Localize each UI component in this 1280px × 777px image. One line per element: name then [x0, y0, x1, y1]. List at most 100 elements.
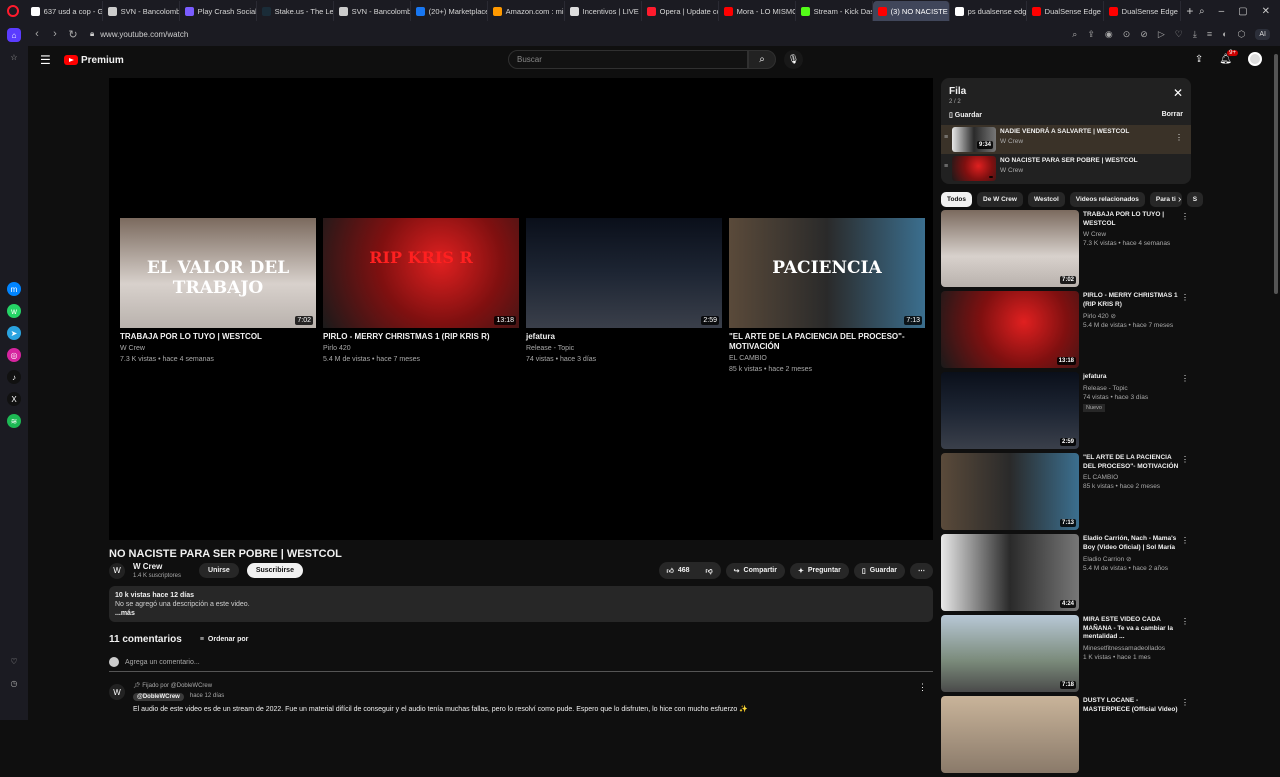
- endscreen-title[interactable]: TRABAJA POR LO TUYO | WESTCOL: [120, 332, 316, 342]
- browser-tab[interactable]: ps dualsense edge b: [950, 1, 1027, 21]
- camera-icon[interactable]: ◉: [1105, 29, 1113, 40]
- endscreen-thumbnail[interactable]: RIP KRIS R 13:18: [323, 218, 519, 328]
- page-scrollbar[interactable]: [1274, 54, 1278, 294]
- recommendation-item[interactable]: 7:13 "EL ARTE DE LA PACIENCIA DEL PROCESO…: [941, 453, 1191, 534]
- recommendation-channel[interactable]: Minesetfitnessamadeollados: [1083, 645, 1179, 652]
- sort-button[interactable]: ≡ Ordenar por: [200, 636, 249, 643]
- recommendation-title[interactable]: MIRA ESTE VIDEO CADA MAÑANA - Te va a ca…: [1083, 616, 1179, 642]
- recommendation-title[interactable]: jefatura: [1083, 373, 1179, 382]
- notifications-button[interactable]: 🔔︎ 9+: [1219, 49, 1238, 65]
- browser-tab[interactable]: Play Crash Social Ca: [180, 1, 257, 21]
- instagram-icon[interactable]: ◎: [7, 348, 21, 362]
- tiktok-icon[interactable]: ♪: [7, 370, 21, 384]
- endscreen-thumbnail[interactable]: EL VALOR DEL TRABAJO 7:02: [120, 218, 316, 328]
- recommendation-item[interactable]: 7:18 MIRA ESTE VIDEO CADA MAÑANA - Te va …: [941, 615, 1191, 696]
- queue-save-button[interactable]: ▯ Guardar: [949, 111, 982, 119]
- voice-search-button[interactable]: 🎙︎: [784, 50, 803, 69]
- recommendation-item[interactable]: 4:24 Eladio Carrión, Nach - Mama's Boy (V…: [941, 534, 1191, 615]
- browser-tab[interactable]: DualSense Edge Wi: [1027, 1, 1104, 21]
- recommendation-thumbnail[interactable]: 4:24: [941, 534, 1079, 611]
- opera-logo-icon[interactable]: [0, 0, 26, 22]
- browser-tab[interactable]: Incentivos | LIVE Ba: [565, 1, 642, 21]
- recommendation-thumbnail[interactable]: 7:13: [941, 453, 1079, 530]
- endscreen-thumbnail[interactable]: 2:59: [526, 218, 722, 328]
- recommendation-thumbnail[interactable]: 13:18: [941, 291, 1079, 368]
- comment-time[interactable]: hace 12 días: [190, 693, 224, 701]
- endscreen-title[interactable]: PIRLO - MERRY CHRISTMAS 1 (RIP KRIS R): [323, 332, 519, 342]
- queue-clear-button[interactable]: Borrar: [1162, 111, 1183, 119]
- recommendation-thumbnail[interactable]: 7:02: [941, 210, 1079, 287]
- messenger-icon[interactable]: m: [7, 282, 21, 296]
- recommendation-channel[interactable]: Eladio Carrion ⊘: [1083, 555, 1179, 563]
- close-window-button[interactable]: ✕: [1262, 6, 1270, 17]
- recommendation-channel[interactable]: W Crew: [1083, 231, 1179, 238]
- browser-tab[interactable]: Opera | Update com: [642, 1, 719, 21]
- ask-button[interactable]: ✦ Preguntar: [789, 562, 849, 579]
- join-button[interactable]: Unirse: [199, 563, 239, 578]
- new-tab-button[interactable]: +: [1181, 4, 1199, 18]
- filter-chip[interactable]: Todos: [941, 192, 973, 207]
- minimize-button[interactable]: –: [1219, 6, 1225, 17]
- queue-item-menu-icon[interactable]: ⋮: [1175, 133, 1183, 142]
- search-tabs-icon[interactable]: ⌕: [1199, 6, 1205, 17]
- recommendation-title[interactable]: TRABAJA POR LO TUYO | WESTCOL: [1083, 211, 1179, 228]
- endscreen-title[interactable]: "EL ARTE DE LA PACIENCIA DEL PROCESO"- M…: [729, 332, 925, 352]
- more-actions-button[interactable]: ⋯: [910, 562, 933, 579]
- endscreen-card[interactable]: RIP KRIS R 13:18 PIRLO - MERRY CHRISTMAS 1…: [323, 218, 519, 374]
- endscreen-card[interactable]: 2:59 jefatura Release - Topic 74 vistas • h…: [526, 218, 722, 374]
- spotify-icon[interactable]: ≋: [7, 414, 21, 428]
- save-button[interactable]: ▯ Guardar: [853, 562, 905, 579]
- browser-tab[interactable]: 637 usd a cop - Goo: [26, 1, 103, 21]
- comment-avatar[interactable]: W: [109, 684, 125, 700]
- description-box[interactable]: 10 k vistas hace 12 días No se agregó un…: [109, 586, 933, 622]
- endscreen-title[interactable]: jefatura: [526, 332, 722, 342]
- hamburger-menu-icon[interactable]: ☰: [40, 53, 56, 67]
- filter-chip[interactable]: S: [1186, 192, 1204, 207]
- recommendation-channel[interactable]: EL CAMBIO: [1083, 474, 1179, 481]
- url-field[interactable]: 🔒︎ www.youtube.com/watch: [90, 29, 188, 39]
- vpn-icon[interactable]: ⊙: [1123, 29, 1131, 40]
- recommendation-thumbnail[interactable]: [941, 696, 1079, 773]
- youtube-logo[interactable]: Premium: [64, 55, 124, 66]
- recommendation-menu-icon[interactable]: ⋮: [1181, 212, 1189, 221]
- channel-name[interactable]: W Crew: [133, 562, 181, 571]
- endscreen-card[interactable]: PACIENCIA 7:13 "EL ARTE DE LA PACIENCIA DE…: [729, 218, 925, 374]
- back-icon[interactable]: ‹: [28, 28, 46, 40]
- queue-item[interactable]: ≡ 9:34 NADIE VENDRÁ A SALVARTE | WESTCOL W …: [941, 125, 1191, 154]
- add-comment-field[interactable]: Agrega un comentario...: [109, 657, 933, 672]
- recommendation-item[interactable]: 7:02 TRABAJA POR LO TUYO | WESTCOL W Crew 7…: [941, 210, 1191, 291]
- recommendation-channel[interactable]: Release - Topic: [1083, 385, 1179, 392]
- browser-tab[interactable]: (3) NO NACISTE PARA SER: [872, 1, 950, 21]
- whatsapp-icon[interactable]: w: [7, 304, 21, 318]
- telegram-icon[interactable]: ➤: [7, 326, 21, 340]
- chips-next-icon[interactable]: ›: [1178, 194, 1181, 205]
- favorites-icon[interactable]: ♡: [7, 654, 21, 668]
- description-more[interactable]: ...más: [115, 610, 927, 617]
- create-icon[interactable]: ⇪: [1195, 54, 1203, 65]
- drag-handle-icon[interactable]: ≡: [944, 134, 948, 141]
- reload-icon[interactable]: ↻: [64, 28, 82, 41]
- player-icon[interactable]: ▷: [1158, 29, 1165, 40]
- extensions-icon[interactable]: ⬡: [1238, 29, 1246, 40]
- channel-avatar[interactable]: W: [109, 562, 125, 579]
- recommendation-menu-icon[interactable]: ⋮: [1181, 617, 1189, 626]
- recommendation-menu-icon[interactable]: ⋮: [1181, 374, 1189, 383]
- browser-tab[interactable]: (20+) Marketplace: [411, 1, 488, 21]
- browser-tab[interactable]: Mora - LO MISMO D: [719, 1, 796, 21]
- zoom-icon[interactable]: ⌕: [1072, 29, 1077, 40]
- browser-tab[interactable]: SVN - Bancolombia: [103, 1, 180, 21]
- recommendation-title[interactable]: PIRLO - MERRY CHRISTMAS 1 (RIP KRIS R): [1083, 292, 1179, 309]
- download-icon[interactable]: ⤓: [1193, 29, 1197, 40]
- recommendation-title[interactable]: Eladio Carrión, Nach - Mama's Boy (Video…: [1083, 535, 1179, 552]
- forward-icon[interactable]: ›: [46, 28, 64, 40]
- maximize-button[interactable]: ▢: [1238, 6, 1247, 17]
- recommendation-menu-icon[interactable]: ⋮: [1181, 536, 1189, 545]
- pinboard-icon[interactable]: ☆: [7, 50, 21, 64]
- video-player[interactable]: EL VALOR DEL TRABAJO 7:02 TRABAJA POR LO T…: [109, 78, 933, 540]
- home-icon[interactable]: ⌂: [7, 28, 21, 42]
- recommendation-menu-icon[interactable]: ⋮: [1181, 293, 1189, 302]
- close-queue-icon[interactable]: ✕: [1173, 86, 1183, 100]
- recommendation-thumbnail[interactable]: 2:59: [941, 372, 1079, 449]
- recommendation-title[interactable]: "EL ARTE DE LA PACIENCIA DEL PROCESO"- M…: [1083, 454, 1179, 471]
- filter-chip[interactable]: Westcol: [1027, 192, 1065, 207]
